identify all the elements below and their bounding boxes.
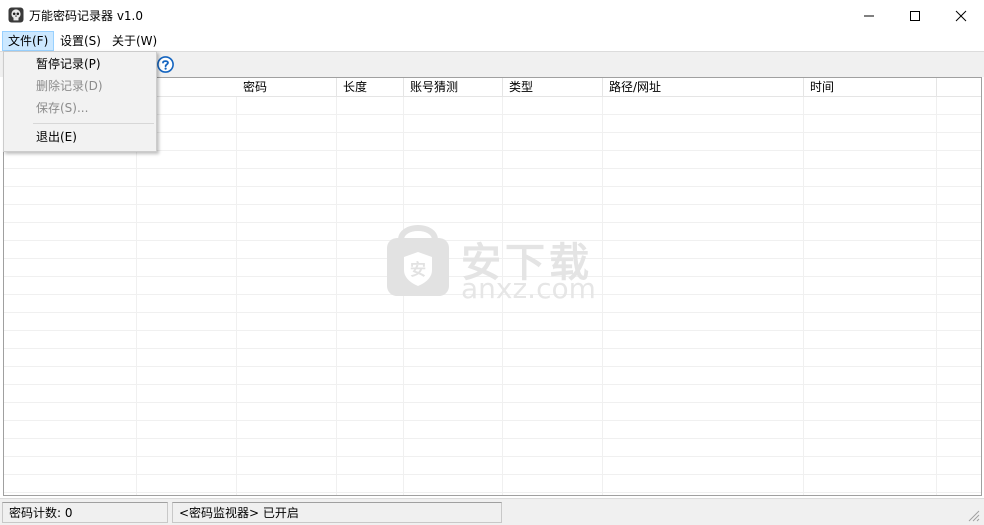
close-button[interactable] <box>938 0 984 31</box>
maximize-button[interactable] <box>892 0 938 31</box>
column-header-time[interactable]: 时间 <box>804 78 937 97</box>
column-header-type[interactable]: 类型 <box>503 78 603 97</box>
column-header-password[interactable]: 密码 <box>237 78 337 97</box>
menu-settings[interactable]: 设置(S) <box>54 31 107 51</box>
close-icon <box>955 10 967 21</box>
minimize-button[interactable] <box>846 0 892 31</box>
title-bar: 万能密码记录器 v1.0 <box>0 0 984 31</box>
menu-about[interactable]: 关于(W) <box>106 31 163 51</box>
watermark-subtext: anxz.com <box>461 272 596 305</box>
column-header-path[interactable]: 路径/网址 <box>603 78 804 97</box>
window-title: 万能密码记录器 v1.0 <box>29 9 144 23</box>
monitor-status: <密码监视器> 已开启 <box>172 502 502 523</box>
menu-item-pause-record[interactable]: 暂停记录(P) <box>5 53 155 75</box>
column-header-length[interactable]: 长度 <box>337 78 404 97</box>
skull-icon <box>8 7 24 23</box>
menu-item-save[interactable]: 保存(S)... <box>5 97 155 119</box>
menu-item-exit[interactable]: 退出(E) <box>5 126 155 148</box>
resize-grip-icon[interactable] <box>966 508 980 522</box>
watermark: 安 安下载 anxz.com <box>383 220 603 305</box>
minimize-icon <box>864 15 874 16</box>
password-count: 密码计数: 0 <box>2 502 168 523</box>
status-bar: 密码计数: 0 <密码监视器> 已开启 <box>0 498 984 525</box>
file-menu-dropdown: 暂停记录(P) 删除记录(D) 保存(S)... 退出(E) <box>3 51 157 152</box>
column-header-account[interactable]: 账号猜测 <box>404 78 503 97</box>
svg-text:安: 安 <box>410 260 426 279</box>
shield-icon: 安 <box>387 225 449 296</box>
maximize-icon <box>910 10 920 21</box>
menu-item-delete-record[interactable]: 删除记录(D) <box>5 75 155 97</box>
help-icon[interactable] <box>157 56 174 73</box>
menu-file[interactable]: 文件(F) <box>2 31 55 51</box>
menu-separator <box>33 123 154 124</box>
menu-bar: 文件(F) 设置(S) 关于(W) <box>0 31 984 51</box>
